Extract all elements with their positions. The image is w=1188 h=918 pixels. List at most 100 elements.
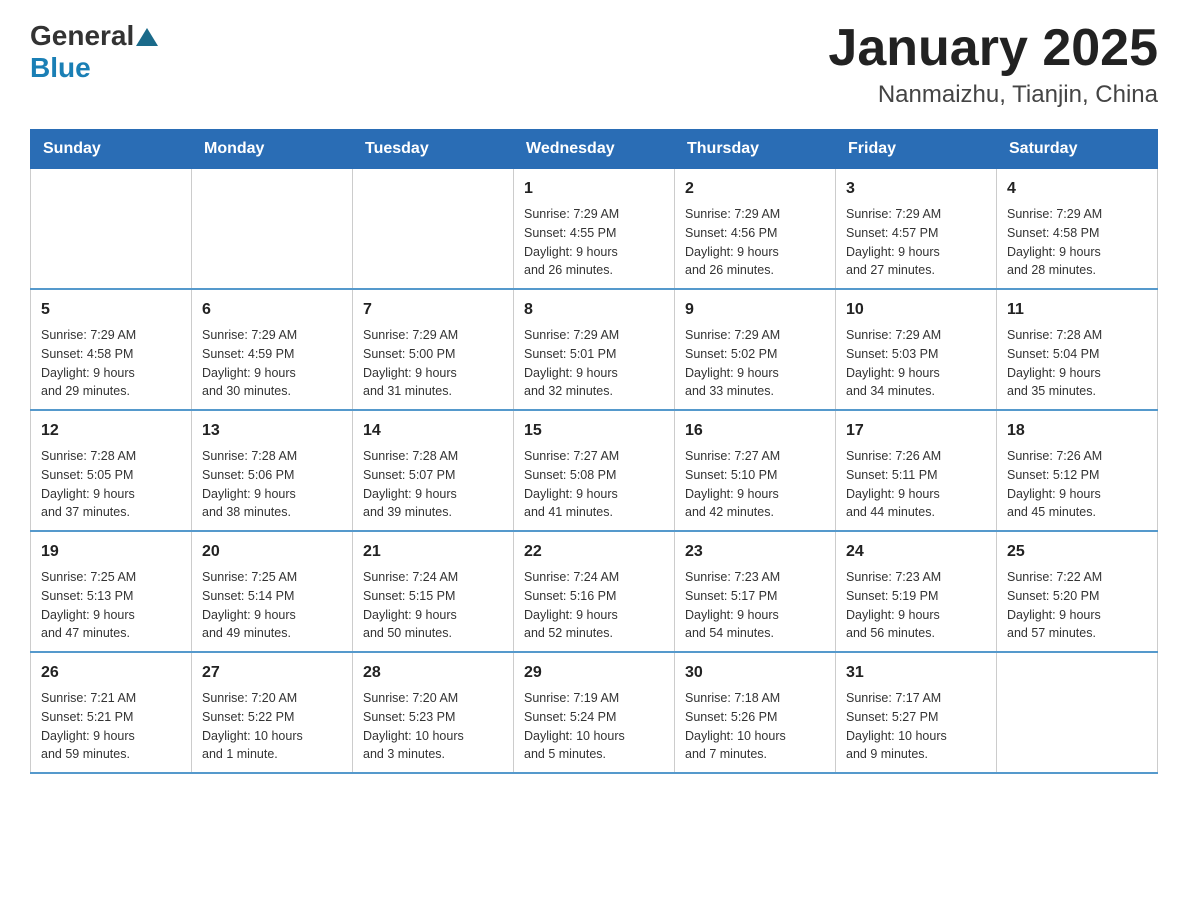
day-number: 27 — [202, 661, 342, 685]
day-info: Sunrise: 7:26 AM Sunset: 5:12 PM Dayligh… — [1007, 447, 1147, 522]
day-info: Sunrise: 7:24 AM Sunset: 5:16 PM Dayligh… — [524, 568, 664, 643]
calendar-cell: 20 Sunrise: 7:25 AM Sunset: 5:14 PM Dayli… — [192, 531, 353, 652]
day-info: Sunrise: 7:26 AM Sunset: 5:11 PM Dayligh… — [846, 447, 986, 522]
calendar-cell: 18 Sunrise: 7:26 AM Sunset: 5:12 PM Dayli… — [997, 410, 1158, 531]
day-number: 15 — [524, 419, 664, 443]
day-info: Sunrise: 7:20 AM Sunset: 5:22 PM Dayligh… — [202, 689, 342, 764]
calendar-cell: 9 Sunrise: 7:29 AM Sunset: 5:02 PM Daylig… — [675, 289, 836, 410]
day-number: 7 — [363, 298, 503, 322]
day-info: Sunrise: 7:29 AM Sunset: 4:57 PM Dayligh… — [846, 205, 986, 280]
calendar-cell: 21 Sunrise: 7:24 AM Sunset: 5:15 PM Dayli… — [353, 531, 514, 652]
calendar-header: SundayMondayTuesdayWednesdayThursdayFrid… — [31, 130, 1158, 169]
day-number: 24 — [846, 540, 986, 564]
day-info: Sunrise: 7:29 AM Sunset: 4:58 PM Dayligh… — [41, 326, 181, 401]
logo-blue-text: Blue — [30, 52, 91, 84]
calendar-week-1: 5 Sunrise: 7:29 AM Sunset: 4:58 PM Daylig… — [31, 289, 1158, 410]
day-info: Sunrise: 7:29 AM Sunset: 5:03 PM Dayligh… — [846, 326, 986, 401]
calendar-cell: 31Sunrise: 7:17 AM Sunset: 5:27 PM Dayli… — [836, 652, 997, 773]
day-info: Sunrise: 7:19 AM Sunset: 5:24 PM Dayligh… — [524, 689, 664, 764]
logo-combined: General Blue — [30, 20, 158, 84]
calendar-cell: 7 Sunrise: 7:29 AM Sunset: 5:00 PM Daylig… — [353, 289, 514, 410]
weekday-header-monday: Monday — [192, 130, 353, 169]
page-subtitle: Nanmaizhu, Tianjin, China — [828, 81, 1158, 109]
day-info: Sunrise: 7:29 AM Sunset: 5:02 PM Dayligh… — [685, 326, 825, 401]
day-info: Sunrise: 7:29 AM Sunset: 4:59 PM Dayligh… — [202, 326, 342, 401]
day-number: 10 — [846, 298, 986, 322]
calendar-cell: 27 Sunrise: 7:20 AM Sunset: 5:22 PM Dayli… — [192, 652, 353, 773]
day-number: 13 — [202, 419, 342, 443]
day-info: Sunrise: 7:25 AM Sunset: 5:13 PM Dayligh… — [41, 568, 181, 643]
calendar-cell: 29 Sunrise: 7:19 AM Sunset: 5:24 PM Dayli… — [514, 652, 675, 773]
logo-row1: General — [30, 20, 158, 52]
day-info: Sunrise: 7:18 AM Sunset: 5:26 PM Dayligh… — [685, 689, 825, 764]
weekday-header-row: SundayMondayTuesdayWednesdayThursdayFrid… — [31, 130, 1158, 169]
weekday-header-sunday: Sunday — [31, 130, 192, 169]
day-info: Sunrise: 7:24 AM Sunset: 5:15 PM Dayligh… — [363, 568, 503, 643]
day-number: 28 — [363, 661, 503, 685]
day-number: 23 — [685, 540, 825, 564]
day-number: 22 — [524, 540, 664, 564]
calendar-cell: 24 Sunrise: 7:23 AM Sunset: 5:19 PM Dayli… — [836, 531, 997, 652]
calendar-cell: 19 Sunrise: 7:25 AM Sunset: 5:13 PM Dayli… — [31, 531, 192, 652]
day-info: Sunrise: 7:22 AM Sunset: 5:20 PM Dayligh… — [1007, 568, 1147, 643]
day-number: 26 — [41, 661, 181, 685]
day-number: 6 — [202, 298, 342, 322]
logo-general-text: General — [30, 20, 134, 52]
calendar-body: 1 Sunrise: 7:29 AM Sunset: 4:55 PM Daylig… — [31, 169, 1158, 774]
day-number: 21 — [363, 540, 503, 564]
day-number: 16 — [685, 419, 825, 443]
day-info: Sunrise: 7:27 AM Sunset: 5:10 PM Dayligh… — [685, 447, 825, 522]
calendar-cell: 1 Sunrise: 7:29 AM Sunset: 4:55 PM Daylig… — [514, 169, 675, 290]
calendar-cell: 16 Sunrise: 7:27 AM Sunset: 5:10 PM Dayli… — [675, 410, 836, 531]
day-number: 3 — [846, 177, 986, 201]
calendar-cell: 6 Sunrise: 7:29 AM Sunset: 4:59 PM Daylig… — [192, 289, 353, 410]
weekday-header-friday: Friday — [836, 130, 997, 169]
weekday-header-tuesday: Tuesday — [353, 130, 514, 169]
calendar-cell: 22 Sunrise: 7:24 AM Sunset: 5:16 PM Dayli… — [514, 531, 675, 652]
calendar-week-3: 19 Sunrise: 7:25 AM Sunset: 5:13 PM Dayli… — [31, 531, 1158, 652]
day-info: Sunrise: 7:29 AM Sunset: 4:55 PM Dayligh… — [524, 205, 664, 280]
day-number: 11 — [1007, 298, 1147, 322]
calendar-cell: 4Sunrise: 7:29 AM Sunset: 4:58 PM Daylig… — [997, 169, 1158, 290]
day-info: Sunrise: 7:17 AM Sunset: 5:27 PM Dayligh… — [846, 689, 986, 764]
day-number: 17 — [846, 419, 986, 443]
day-info: Sunrise: 7:27 AM Sunset: 5:08 PM Dayligh… — [524, 447, 664, 522]
calendar-cell: 11 Sunrise: 7:28 AM Sunset: 5:04 PM Dayli… — [997, 289, 1158, 410]
calendar-table: SundayMondayTuesdayWednesdayThursdayFrid… — [30, 129, 1158, 774]
day-number: 5 — [41, 298, 181, 322]
day-number: 18 — [1007, 419, 1147, 443]
day-info: Sunrise: 7:28 AM Sunset: 5:07 PM Dayligh… — [363, 447, 503, 522]
calendar-cell: 14Sunrise: 7:28 AM Sunset: 5:07 PM Dayli… — [353, 410, 514, 531]
calendar-week-2: 12Sunrise: 7:28 AM Sunset: 5:05 PM Dayli… — [31, 410, 1158, 531]
title-block: January 2025 Nanmaizhu, Tianjin, China — [828, 20, 1158, 109]
calendar-cell: 28Sunrise: 7:20 AM Sunset: 5:23 PM Dayli… — [353, 652, 514, 773]
calendar-cell — [997, 652, 1158, 773]
day-number: 2 — [685, 177, 825, 201]
day-info: Sunrise: 7:28 AM Sunset: 5:04 PM Dayligh… — [1007, 326, 1147, 401]
day-info: Sunrise: 7:29 AM Sunset: 5:01 PM Dayligh… — [524, 326, 664, 401]
weekday-header-saturday: Saturday — [997, 130, 1158, 169]
calendar-cell: 25Sunrise: 7:22 AM Sunset: 5:20 PM Dayli… — [997, 531, 1158, 652]
day-number: 20 — [202, 540, 342, 564]
weekday-header-wednesday: Wednesday — [514, 130, 675, 169]
calendar-cell: 12Sunrise: 7:28 AM Sunset: 5:05 PM Dayli… — [31, 410, 192, 531]
day-info: Sunrise: 7:23 AM Sunset: 5:19 PM Dayligh… — [846, 568, 986, 643]
day-info: Sunrise: 7:25 AM Sunset: 5:14 PM Dayligh… — [202, 568, 342, 643]
logo: General Blue — [30, 20, 158, 84]
weekday-header-thursday: Thursday — [675, 130, 836, 169]
day-number: 8 — [524, 298, 664, 322]
day-info: Sunrise: 7:29 AM Sunset: 4:56 PM Dayligh… — [685, 205, 825, 280]
day-number: 29 — [524, 661, 664, 685]
day-number: 19 — [41, 540, 181, 564]
day-number: 30 — [685, 661, 825, 685]
calendar-cell: 5 Sunrise: 7:29 AM Sunset: 4:58 PM Daylig… — [31, 289, 192, 410]
calendar-cell — [353, 169, 514, 290]
day-info: Sunrise: 7:28 AM Sunset: 5:05 PM Dayligh… — [41, 447, 181, 522]
calendar-cell — [31, 169, 192, 290]
day-info: Sunrise: 7:29 AM Sunset: 5:00 PM Dayligh… — [363, 326, 503, 401]
day-number: 9 — [685, 298, 825, 322]
calendar-cell: 30 Sunrise: 7:18 AM Sunset: 5:26 PM Dayli… — [675, 652, 836, 773]
page-title: January 2025 — [828, 20, 1158, 77]
day-info: Sunrise: 7:29 AM Sunset: 4:58 PM Dayligh… — [1007, 205, 1147, 280]
day-number: 1 — [524, 177, 664, 201]
